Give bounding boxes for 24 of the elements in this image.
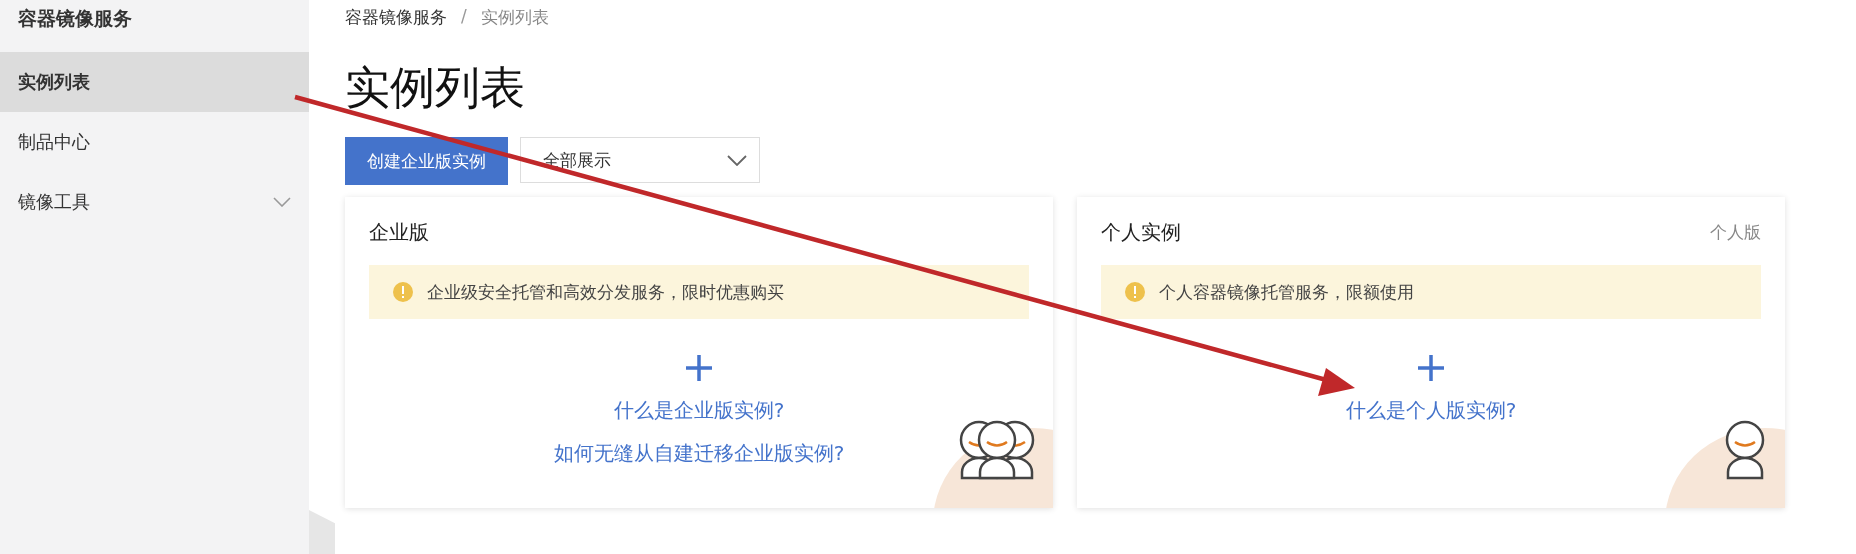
sidebar-title: 容器镜像服务 bbox=[17, 6, 133, 31]
breadcrumb-separator: / bbox=[461, 6, 467, 28]
person-drawing bbox=[1723, 418, 1767, 482]
sidebar-item[interactable]: 实例列表 bbox=[0, 52, 309, 112]
sidebar-item[interactable]: 镜像工具 bbox=[0, 172, 309, 232]
page-title: 实例列表 bbox=[345, 60, 526, 116]
warning-icon bbox=[1125, 282, 1145, 302]
plus-icon[interactable] bbox=[686, 355, 712, 381]
help-link[interactable]: 什么是个人版实例? bbox=[1345, 397, 1517, 424]
card-title: 个人实例 bbox=[1101, 218, 1181, 246]
sidebar-item[interactable]: 制品中心 bbox=[0, 112, 309, 172]
warning-icon bbox=[393, 282, 413, 302]
card-tag: 个人版 bbox=[1710, 220, 1761, 244]
notice-text: 个人容器镜像托管服务，限额使用 bbox=[1159, 280, 1414, 304]
chevron-down-icon bbox=[727, 154, 747, 166]
breadcrumb-item[interactable]: 容器镜像服务 bbox=[345, 6, 447, 36]
help-link[interactable]: 什么是企业版实例? bbox=[613, 397, 785, 424]
card-title: 企业版 bbox=[369, 218, 429, 246]
chevron-down-icon bbox=[273, 197, 291, 207]
create-button[interactable]: 创建企业版实例 bbox=[345, 137, 508, 185]
help-link[interactable]: 如何无缝从自建迁移企业版实例? bbox=[553, 440, 845, 467]
breadcrumb-item: 实例列表 bbox=[480, 6, 549, 29]
plus-icon[interactable] bbox=[1418, 355, 1444, 381]
notice-text: 企业级安全托管和高效分发服务，限时优惠购买 bbox=[427, 280, 784, 304]
